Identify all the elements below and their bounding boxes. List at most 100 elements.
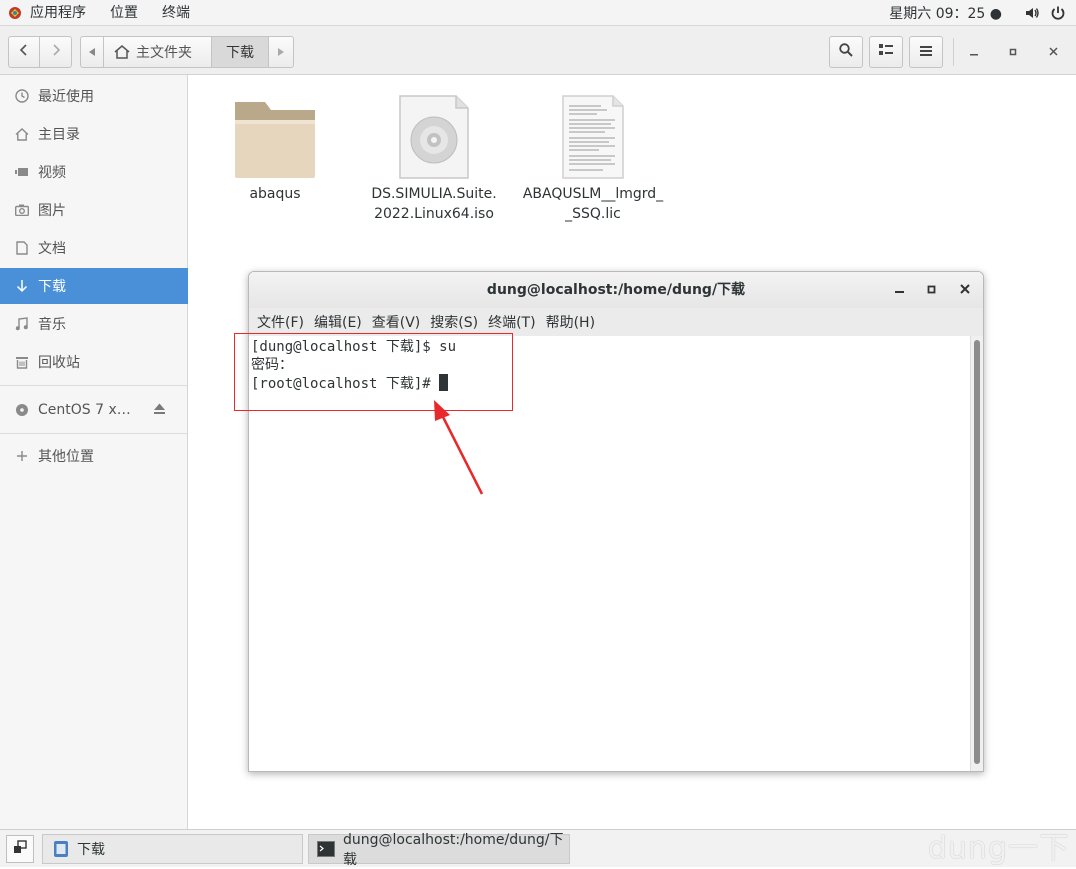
places-menu[interactable]: 位置 [98,0,150,26]
maximize-icon [1009,44,1017,60]
terminal-minimize-button[interactable] [887,272,911,308]
sidebar-item-label: CentOS 7 x… [38,402,131,418]
sidebar-item-videos[interactable]: 视频 [0,154,188,190]
sidebar-item-label: 最近使用 [38,89,94,105]
sidebar-item-label: 下载 [38,279,66,295]
breadcrumb-left-arrow[interactable] [80,36,104,68]
sidebar: 最近使用 主目录 视频 图片 文档 下载 音乐 回收站 CentOS 7 x… … [0,75,188,829]
disc-image-icon [359,92,509,180]
clock[interactable]: 星期六 09：25 ● [889,3,1002,23]
taskbar-item-downloads[interactable]: 下载 [42,834,303,864]
terminal-scrollbar-thumb[interactable] [974,340,980,764]
breadcrumb-right-arrow[interactable] [268,36,294,68]
taskbar-item-label: 下载 [77,842,105,858]
breadcrumb-current-label: 下载 [226,45,254,61]
minimize-icon [894,282,904,298]
minimize-button[interactable] [962,38,986,66]
camera-icon [14,204,30,216]
sidebar-item-label: 主目录 [38,127,80,143]
sidebar-item-label: 视频 [38,165,66,181]
file-item-iso[interactable]: DS.SIMULIA.Suite. 2022.Linux64.iso [359,92,509,224]
breadcrumb-home[interactable]: 主文件夹 [103,36,212,68]
chevron-left-icon [19,44,29,60]
file-name-line1: DS.SIMULIA.Suite. [371,186,497,202]
bottom-panel: 下载 dung@localhost:/home/dung/下载 dung一下 [0,829,1076,868]
taskbar-item-terminal[interactable]: dung@localhost:/home/dung/下载 [308,832,570,868]
volume-icon[interactable] [1024,5,1040,21]
terminal-maximize-button[interactable] [919,272,943,308]
sidebar-item-other-locations[interactable]: 其他位置 [0,438,188,474]
search-icon [839,43,853,61]
show-desktop-button[interactable] [6,835,34,863]
clock-icon [14,89,30,103]
terminal-close-button[interactable] [953,272,977,308]
terminal-title: dung@localhost:/home/dung/下载 [249,272,983,309]
sidebar-item-trash[interactable]: 回收站 [0,344,188,380]
maximize-button[interactable] [1001,38,1025,66]
video-icon [14,167,30,177]
search-button[interactable] [829,36,863,68]
terminal-scrollbar[interactable] [970,336,983,771]
sidebar-item-label: 其他位置 [38,449,94,465]
menu-terminal[interactable]: 终端(T) [488,312,535,332]
sidebar-separator [0,433,188,434]
file-item-abaqus[interactable]: abaqus [200,92,350,204]
hamburger-icon [920,44,932,60]
taskbar-item-label: dung@localhost:/home/dung/下载 [343,832,564,868]
document-icon [14,241,30,255]
sidebar-separator [0,385,188,386]
close-button[interactable] [1041,38,1065,66]
sidebar-item-label: 回收站 [38,355,80,371]
forward-button[interactable] [40,36,72,68]
power-icon[interactable] [1050,5,1066,21]
file-name: abaqus [249,186,301,202]
disc-icon [14,403,30,417]
sidebar-item-label: 文档 [38,241,66,257]
sidebar-item-documents[interactable]: 文档 [0,230,188,266]
menu-file[interactable]: 文件(F) [257,312,304,332]
music-icon [14,317,30,331]
minimize-icon [970,44,978,60]
trash-icon [14,355,30,369]
file-manager-icon [53,840,69,858]
breadcrumb-current[interactable]: 下载 [211,36,269,68]
terminal-app-menu[interactable]: 终端 [150,0,202,26]
sidebar-item-downloads[interactable]: 下载 [0,268,188,304]
sidebar-item-home[interactable]: 主目录 [0,116,188,152]
folder-icon [200,92,350,180]
terminal-icon [317,841,335,857]
annotation-arrow [434,400,484,495]
header-divider [953,38,954,66]
text-file-icon [518,92,668,180]
download-icon [14,279,30,293]
file-name-line2: _SSQ.lic [565,206,621,222]
chevron-right-icon [51,44,61,60]
file-name-line1: ABAQUSLM__lmgrd_ [522,186,664,202]
sidebar-item-label: 图片 [38,203,66,219]
breadcrumb-home-label: 主文件夹 [136,45,192,61]
desktop-icon [13,840,27,858]
menu-button[interactable] [909,36,943,68]
sidebar-item-label: 音乐 [38,317,66,333]
view-toggle-button[interactable] [869,36,903,68]
menu-help[interactable]: 帮助(H) [546,312,595,332]
triangle-left-icon [89,44,95,60]
file-item-lic[interactable]: ABAQUSLM__lmgrd_ _SSQ.lic [518,92,668,224]
menu-view[interactable]: 查看(V) [372,312,421,332]
home-icon [114,45,130,59]
plus-icon [14,450,30,462]
file-manager-headerbar: 主文件夹 下载 [0,26,1076,75]
maximize-icon [927,282,936,298]
eject-icon[interactable] [153,403,166,415]
menu-edit[interactable]: 编辑(E) [314,312,362,332]
list-view-icon [879,44,893,60]
menu-search[interactable]: 搜索(S) [430,312,478,332]
sidebar-item-music[interactable]: 音乐 [0,306,188,342]
top-panel: 应用程序 位置 终端 星期六 09：25 ● [0,0,1076,26]
applications-menu[interactable]: 应用程序 [18,0,98,26]
sidebar-item-pictures[interactable]: 图片 [0,192,188,228]
sidebar-item-centos-disc[interactable]: CentOS 7 x… [0,392,188,428]
watermark-text: dung一下 [927,831,1070,866]
back-button[interactable] [8,36,40,68]
sidebar-item-recent[interactable]: 最近使用 [0,78,188,114]
